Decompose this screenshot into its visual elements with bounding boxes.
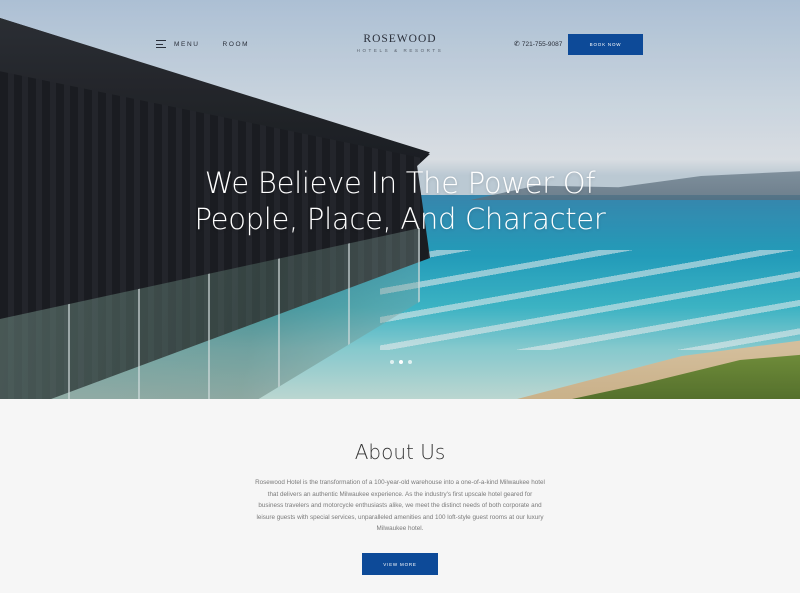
hero-title-line-1: We Believe In The Power Of bbox=[204, 166, 596, 200]
view-more-button[interactable]: VIEW MORE bbox=[362, 553, 438, 575]
room-link[interactable]: ROOM bbox=[223, 41, 250, 48]
logo-main-text: ROSEWOOD bbox=[363, 33, 437, 45]
about-section: About Us Rosewood Hotel is the transform… bbox=[0, 399, 800, 593]
phone-icon: ✆ bbox=[514, 41, 520, 48]
nav-left: MENU ROOM bbox=[156, 40, 249, 48]
slider-dots bbox=[390, 360, 412, 364]
phone-link[interactable]: ✆ 721-755-9087 bbox=[514, 40, 563, 49]
hero-section: MENU ROOM ROSEWOOD HOTELS & RESORTS ✆ 72… bbox=[0, 0, 800, 399]
slider-dot-1[interactable] bbox=[390, 360, 394, 364]
slider-dot-2[interactable] bbox=[399, 360, 403, 364]
menu-link[interactable]: MENU bbox=[174, 41, 200, 48]
hero-title-line-2: People, Place, And Character bbox=[194, 202, 606, 236]
hamburger-icon[interactable] bbox=[156, 40, 166, 48]
hero-title: We Believe In The Power Of People, Place… bbox=[0, 165, 800, 237]
slider-dot-3[interactable] bbox=[408, 360, 412, 364]
book-now-button[interactable]: BOOK NOW bbox=[568, 34, 643, 55]
logo-sub-text: HOTELS & RESORTS bbox=[356, 48, 444, 53]
about-title: About Us bbox=[354, 440, 446, 464]
phone-number: 721-755-9087 bbox=[521, 40, 563, 48]
logo[interactable]: ROSEWOOD HOTELS & RESORTS bbox=[300, 33, 500, 53]
about-text: Rosewood Hotel is the transformation of … bbox=[255, 479, 545, 532]
